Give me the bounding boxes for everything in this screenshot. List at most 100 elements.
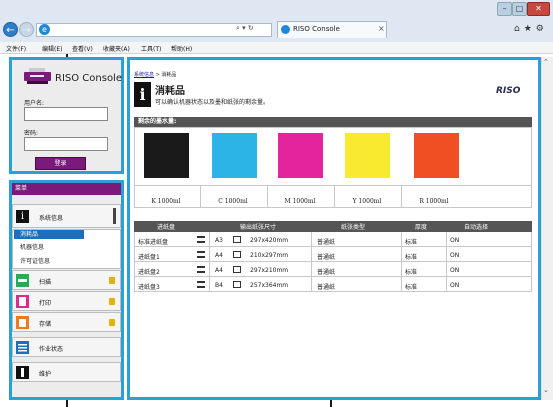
menu-item-label: 扫描 [39, 279, 52, 286]
scan-icon [16, 274, 29, 287]
menu-header: 菜单 [12, 183, 121, 195]
orientation-icon [233, 266, 241, 273]
menu-file[interactable]: 文件(F) [6, 44, 26, 53]
ink-label-r: R 1000ml [419, 198, 449, 205]
lock-icon [109, 319, 115, 326]
menu-item-label: 打印 [39, 300, 52, 307]
forward-button[interactable]: → [19, 22, 34, 37]
arrow-left-icon: ← [6, 25, 15, 36]
lock-icon [109, 277, 115, 284]
tray-icon [197, 236, 205, 243]
breadcrumb: 系统信息 > 消耗品 [134, 71, 176, 78]
col-header-tray: 进纸盘 [157, 224, 176, 231]
riso-printer-logo-icon [24, 68, 51, 85]
info-icon: i [16, 210, 29, 223]
paper-size: A4 [215, 252, 223, 259]
selected-indicator [113, 208, 116, 224]
auto-select: ON [450, 252, 460, 259]
orientation-icon [233, 236, 241, 243]
column-divider [446, 232, 447, 292]
console-logo-text: RISO Console [55, 73, 122, 84]
storage-icon [16, 316, 29, 329]
column-divider [401, 232, 402, 292]
maintenance-icon [16, 366, 29, 379]
maximize-button[interactable]: □ [512, 2, 527, 16]
auto-select: ON [450, 282, 460, 289]
menu-item-label: 维护 [39, 371, 52, 378]
menu-item-print[interactable]: 打印 [12, 291, 121, 311]
scrollbar[interactable] [541, 57, 553, 400]
menu-item-label: 存储 [39, 321, 52, 328]
address-search-controls[interactable]: ⌕ ▾ ↻ [236, 24, 254, 33]
submenu-machine-info[interactable]: 机器信息 [20, 242, 44, 251]
tray-icon [197, 251, 205, 258]
tray-name: 进纸盘3 [138, 284, 160, 291]
breadcrumb-link[interactable]: 系统信息 [134, 72, 154, 78]
minimize-button[interactable]: – [497, 2, 512, 16]
col-header-thickness: 厚度 [415, 224, 428, 231]
menu-edit[interactable]: 编辑(E) [42, 44, 62, 53]
page-description: 可以确认机器状态以及墨和纸张的剩余量。 [155, 99, 270, 106]
col-header-type: 纸张类型 [341, 224, 366, 231]
username-label: 用户名: [24, 100, 45, 107]
menu-view[interactable]: 查看(V) [72, 44, 93, 53]
page-title: 消耗品 [155, 86, 185, 97]
auto-select: ON [450, 237, 460, 244]
paper-size: B4 [215, 282, 223, 289]
paper-type: 普通纸 [317, 284, 336, 291]
menu-item-maintenance[interactable]: 维护 [12, 362, 121, 382]
callout-line-bottom-right [330, 400, 332, 407]
menu-item-system-info[interactable]: i 系统信息 [12, 204, 121, 228]
orientation-icon [233, 251, 241, 258]
tray-icon [197, 281, 205, 288]
ink-swatch-k [144, 133, 189, 178]
tray-name: 进纸盘2 [138, 269, 160, 276]
password-input[interactable] [24, 137, 108, 151]
submenu-consumables[interactable]: 消耗品 [14, 230, 84, 239]
menu-item-job-status[interactable]: 作业状态 [12, 337, 121, 357]
ink-label-m: M 1000ml [284, 198, 316, 205]
tab-favicon-icon [281, 25, 290, 34]
back-button[interactable]: ← [3, 22, 18, 37]
scroll-down-icon[interactable]: ⌄ [543, 386, 549, 394]
menu-item-scan[interactable]: 扫描 [12, 270, 121, 290]
menu-item-storage[interactable]: 存储 [12, 312, 121, 332]
scroll-up-icon[interactable]: ⌃ [543, 58, 549, 66]
ink-swatch-y [345, 133, 390, 178]
menu-tools[interactable]: 工具(T) [141, 44, 161, 53]
arrow-right-icon: → [22, 25, 31, 36]
tab-close-button[interactable]: × [378, 24, 385, 33]
paper-type: 普通纸 [317, 269, 336, 276]
username-input[interactable] [24, 107, 108, 121]
paper-dims: 297x210mm [250, 267, 289, 274]
submenu-license-info[interactable]: 许可证信息 [20, 256, 50, 265]
paper-type: 普通纸 [317, 239, 336, 246]
close-window-button[interactable]: ✕ [527, 2, 550, 16]
browser-toolbar-icons[interactable]: ⌂★⚙ [514, 24, 548, 34]
riso-brand-logo: RISO [496, 86, 521, 96]
paper-dims: 257x364mm [250, 282, 289, 289]
menu-item-label: 作业状态 [39, 346, 64, 353]
menu-favorites[interactable]: 收藏夹(A) [103, 44, 130, 53]
paper-thickness: 标准 [405, 284, 418, 291]
ink-section-header: 剩余的墨水量: [134, 117, 532, 127]
ink-divider [134, 185, 532, 186]
tray-name: 标准进纸盘 [138, 239, 169, 246]
tab-title: RISO Console [293, 25, 340, 33]
login-button[interactable]: 登录 [35, 157, 86, 170]
paper-size: A4 [215, 267, 223, 274]
paper-dims: 297x420mm [250, 237, 289, 244]
password-label: 密码: [24, 130, 39, 137]
ink-label-y: Y 1000ml [352, 198, 382, 205]
ink-label-c: C 1000ml [218, 198, 248, 205]
tray-icon [197, 266, 205, 273]
paper-type: 普通纸 [317, 254, 336, 261]
paper-dims: 210x297mm [250, 252, 289, 259]
menu-help[interactable]: 帮助(H) [171, 44, 192, 53]
callout-line-bottom-left [66, 400, 68, 407]
lock-icon [109, 298, 115, 305]
ink-swatch-r [414, 133, 459, 178]
orientation-icon [233, 281, 241, 288]
ink-swatch-c [212, 133, 257, 178]
page-info-icon: i [134, 82, 151, 107]
